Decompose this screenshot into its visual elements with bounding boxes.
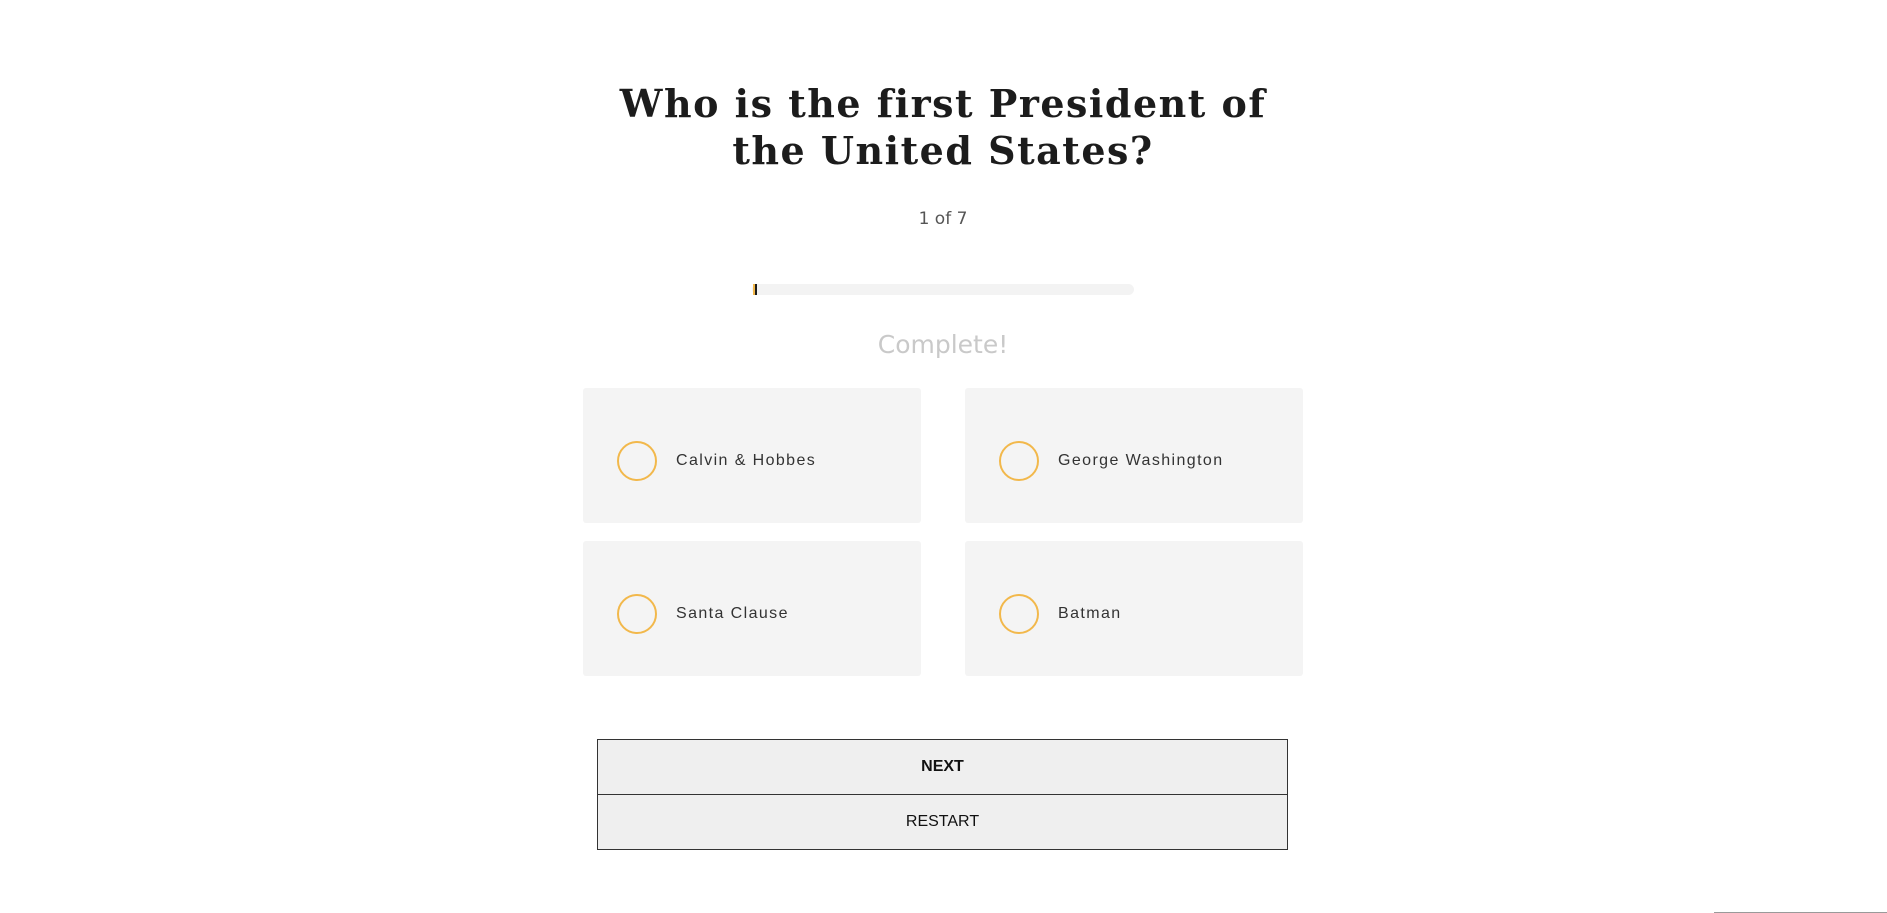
complete-label: Complete! <box>877 330 1009 359</box>
radio-circle-icon[interactable] <box>999 441 1039 481</box>
answer-option-label: Calvin & Hobbes <box>676 452 817 469</box>
restart-button[interactable]: RESTART <box>597 794 1288 850</box>
answer-option-calvin-hobbes[interactable]: Calvin & Hobbes <box>583 388 921 523</box>
answer-option-george-washington[interactable]: George Washington <box>965 388 1303 523</box>
question-counter: 1 of 7 <box>918 209 968 229</box>
next-button[interactable]: NEXT <box>597 739 1288 795</box>
answer-option-batman[interactable]: Batman <box>965 541 1303 676</box>
quiz-container: Who is the first President of the United… <box>0 0 1887 913</box>
progress-bar-fill <box>753 284 757 295</box>
answer-option-label: Batman <box>1058 605 1122 622</box>
answer-option-santa-clause[interactable]: Santa Clause <box>583 541 921 676</box>
question-title: Who is the first President of the United… <box>619 81 1267 173</box>
progress-bar <box>752 284 1134 295</box>
radio-circle-icon[interactable] <box>617 441 657 481</box>
answer-option-label: George Washington <box>1058 452 1224 469</box>
radio-circle-icon[interactable] <box>617 594 657 634</box>
answer-option-label: Santa Clause <box>676 605 789 622</box>
radio-circle-icon[interactable] <box>999 594 1039 634</box>
